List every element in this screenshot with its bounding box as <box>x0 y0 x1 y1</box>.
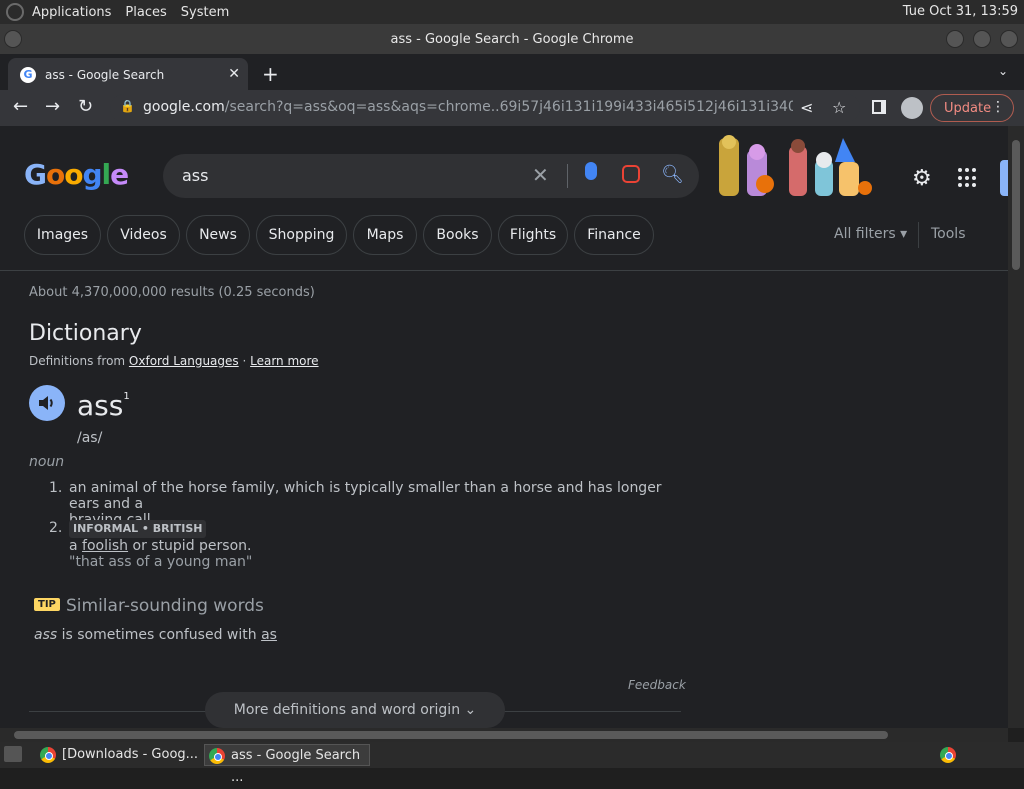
tab-active[interactable]: G ass - Google Search ✕ <box>8 58 248 90</box>
window-title: ass - Google Search - Google Chrome <box>390 32 634 47</box>
forward-button[interactable]: → <box>45 96 60 117</box>
close-window-button[interactable] <box>1000 30 1018 48</box>
taskbar-item-downloads[interactable]: [Downloads - Goog... <box>36 744 200 766</box>
feedback-link[interactable]: Feedback <box>628 678 686 692</box>
phonetic: /as/ <box>77 430 103 446</box>
search-input[interactable]: ass <box>182 166 208 185</box>
chip-books[interactable]: Books <box>423 215 492 255</box>
side-panel-icon[interactable] <box>872 100 886 114</box>
lock-icon[interactable]: 🔒 <box>120 99 135 113</box>
places-menu[interactable]: Places <box>125 5 166 20</box>
tab-strip: G ass - Google Search ✕ + ⌄ <box>0 54 1024 90</box>
pronunciation-button[interactable] <box>29 385 65 421</box>
filters-divider <box>918 222 919 248</box>
tab-title: ass - Google Search <box>45 68 165 82</box>
bookmark-star-icon[interactable]: ☆ <box>832 98 846 117</box>
bottom-taskbar: [Downloads - Goog... ass - Google Search… <box>0 742 1024 785</box>
horizontal-scrollbar[interactable] <box>0 728 1008 742</box>
header-divider <box>0 270 1008 271</box>
applications-menu[interactable]: Applications <box>32 5 111 20</box>
tab-search-chevron-icon[interactable]: ⌄ <box>998 64 1008 78</box>
chip-maps[interactable]: Maps <box>353 215 417 255</box>
minimize-button[interactable] <box>946 30 964 48</box>
top-panel: Applications Places System Tue Oct 31, 1… <box>0 0 1024 24</box>
chip-shopping[interactable]: Shopping <box>256 215 347 255</box>
address-bar[interactable]: 🔒 google.com/search?q=ass&oq=ass&aqs=chr… <box>110 94 860 122</box>
settings-gear-icon[interactable]: ⚙ <box>912 166 932 191</box>
headword: ass1 <box>77 389 130 422</box>
search-divider <box>567 164 568 188</box>
dictionary-heading: Dictionary <box>29 321 142 346</box>
microphone-icon[interactable] <box>585 162 597 180</box>
definition-2: INFORMAL • BRITISH a foolish or stupid p… <box>69 520 253 570</box>
url-text: google.com/search?q=ass&oq=ass&aqs=chrom… <box>143 99 793 115</box>
oxford-languages-link[interactable]: Oxford Languages <box>129 354 239 368</box>
definition-number: 2. <box>49 520 63 536</box>
part-of-speech: noun <box>29 454 65 470</box>
chrome-icon <box>209 748 225 764</box>
tip-badge: TIP <box>34 598 60 611</box>
google-favicon-icon: G <box>20 67 36 83</box>
similar-words-note: ass is sometimes confused with as <box>34 627 277 643</box>
result-stats: About 4,370,000,000 results (0.25 second… <box>29 285 315 300</box>
share-icon[interactable]: ⋖ <box>800 98 813 117</box>
more-definitions-button[interactable]: More definitions and word origin ⌄ <box>205 692 505 728</box>
definition-number: 1. <box>49 480 63 496</box>
similar-words-heading: Similar-sounding words <box>66 596 264 616</box>
tray-chrome-icon[interactable] <box>936 744 958 766</box>
system-menu[interactable]: System <box>181 5 229 20</box>
browser-toolbar: ← → ↻ 🔒 google.com/search?q=ass&oq=ass&a… <box>0 90 1024 126</box>
speaker-icon <box>39 396 53 410</box>
google-lens-icon[interactable] <box>622 165 640 183</box>
page-content: Google ass ✕ 🔍︎ ⚙ Images Videos News Sho… <box>0 126 1008 728</box>
taskbar-item-google-search[interactable]: ass - Google Search ... <box>204 744 370 785</box>
sign-in-button[interactable] <box>1000 160 1008 196</box>
google-doodle-logo[interactable]: Google <box>24 158 129 191</box>
show-desktop-icon[interactable] <box>4 746 22 762</box>
chip-images[interactable]: Images <box>24 215 101 255</box>
all-filters-button[interactable]: All filters ▾ <box>834 226 907 242</box>
halloween-doodle-image[interactable] <box>715 132 875 202</box>
search-box[interactable]: ass ✕ 🔍︎ <box>163 154 699 198</box>
as-link[interactable]: as <box>261 627 277 643</box>
learn-more-link[interactable]: Learn more <box>250 354 318 368</box>
vertical-scrollbar[interactable] <box>1008 126 1024 728</box>
google-apps-icon[interactable] <box>958 168 978 188</box>
gnome-logo-icon[interactable] <box>6 3 24 21</box>
update-button[interactable]: Update ⋮ <box>930 94 1014 122</box>
tools-button[interactable]: Tools <box>931 226 966 242</box>
clock[interactable]: Tue Oct 31, 13:59 <box>903 4 1018 19</box>
chip-flights[interactable]: Flights <box>498 215 568 255</box>
back-button[interactable]: ← <box>13 96 28 117</box>
register-label: INFORMAL • BRITISH <box>69 520 207 538</box>
profile-avatar[interactable] <box>901 97 923 119</box>
reload-button[interactable]: ↻ <box>78 96 93 117</box>
foolish-link[interactable]: foolish <box>82 538 128 554</box>
tab-close-icon[interactable]: ✕ <box>228 66 240 82</box>
new-tab-button[interactable]: + <box>262 62 279 86</box>
chrome-icon <box>40 747 56 763</box>
chip-videos[interactable]: Videos <box>107 215 180 255</box>
window-titlebar[interactable]: ass - Google Search - Google Chrome <box>0 24 1024 54</box>
example-sentence: "that ass of a young man" <box>69 554 253 570</box>
kebab-menu-icon[interactable]: ⋮ <box>991 99 1005 115</box>
chip-news[interactable]: News <box>186 215 250 255</box>
dictionary-source: Definitions from Oxford Languages · Lear… <box>29 354 319 368</box>
clear-icon[interactable]: ✕ <box>532 163 549 187</box>
maximize-button[interactable] <box>973 30 991 48</box>
chip-finance[interactable]: Finance <box>574 215 654 255</box>
chevron-down-icon: ⌄ <box>464 702 477 718</box>
search-icon[interactable]: 🔍︎ <box>661 164 684 185</box>
